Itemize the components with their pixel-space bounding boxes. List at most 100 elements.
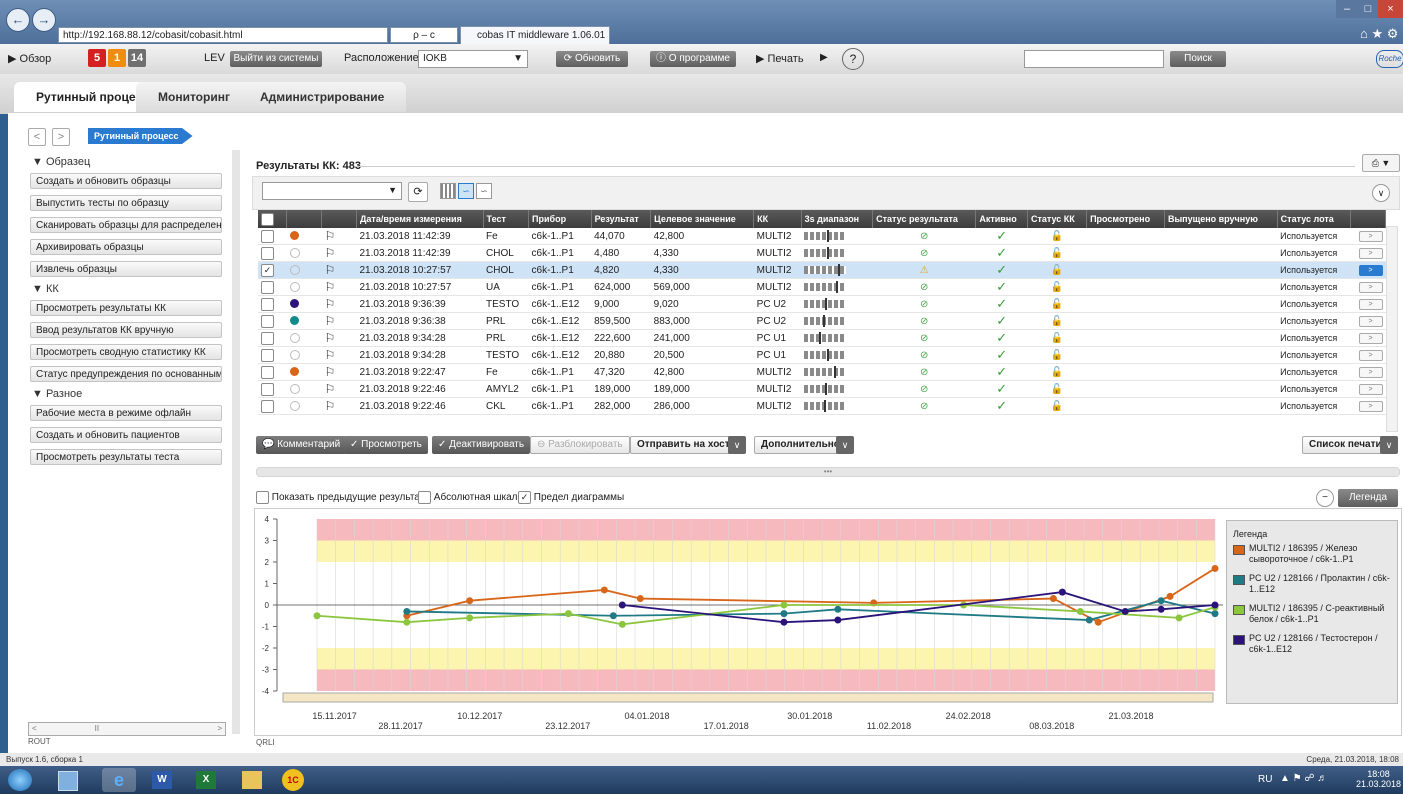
row-select[interactable] — [258, 346, 287, 364]
sidebar-section-1[interactable]: ▼ КК — [32, 283, 59, 295]
home-star-icons[interactable]: ⌂ ★ ⚙ — [1360, 26, 1398, 42]
row-flag[interactable]: ⚐ — [321, 380, 357, 398]
header-select[interactable] — [258, 210, 287, 228]
count-badge-orange[interactable]: 1 — [108, 49, 126, 67]
row-flag[interactable]: ⚐ — [321, 278, 357, 296]
column-header[interactable]: Статус лота — [1277, 210, 1352, 228]
deactivate-button[interactable]: ✓ Деактивировать — [432, 436, 531, 454]
table-row[interactable]: ⚐ 21.03.2018 9:22:46 CKL c6k-1..P1 282,000 28… — [258, 397, 1386, 415]
table-row[interactable]: ⚐ 21.03.2018 9:34:28 TESTO c6k-1..E12 20,880… — [258, 346, 1386, 364]
table-row[interactable]: ⚐ 21.03.2018 11:42:39 Fe c6k-1..P1 44,070 42,… — [258, 228, 1386, 245]
sidebar-item[interactable]: Просмотреть результаты КК — [30, 300, 222, 316]
tab-monitoring[interactable]: Мониторинг — [136, 82, 252, 112]
sidebar-splitter[interactable] — [232, 150, 240, 734]
detail-arrow-icon[interactable]: > — [1358, 231, 1383, 242]
start-icon[interactable] — [8, 769, 32, 791]
filter-select[interactable]: ▼ — [262, 182, 402, 200]
ie-icon[interactable]: e — [102, 768, 136, 792]
checkbox[interactable] — [261, 348, 274, 362]
row-flag[interactable]: ⚐ — [321, 295, 357, 313]
column-header[interactable]: Дата/время измерения — [356, 210, 484, 228]
tab-admin[interactable]: Администрирование — [238, 82, 407, 112]
column-header[interactable]: Активно — [975, 210, 1028, 228]
table-row[interactable]: ⚐ 21.03.2018 10:27:57 UA c6k-1..P1 624,000 56… — [258, 278, 1386, 296]
detail-arrow-icon[interactable]: > — [1358, 401, 1383, 412]
table-row[interactable]: ⚐ 21.03.2018 9:36:39 TESTO c6k-1..E12 9,000 9… — [258, 295, 1386, 313]
sidebar-item[interactable]: Статус предупреждения по основанным на — [30, 366, 222, 382]
cell-detail[interactable]: > — [1350, 261, 1386, 279]
cell-detail[interactable]: > — [1350, 397, 1386, 415]
sidebar-item[interactable]: Рабочие места в режиме офлайн — [30, 405, 222, 421]
row-select[interactable] — [258, 228, 287, 245]
refresh-filter-icon[interactable]: ⟳ — [408, 182, 428, 202]
table-view-icon[interactable] — [440, 183, 456, 199]
view-button[interactable]: ✓ Просмотреть — [344, 436, 428, 454]
1c-icon[interactable]: 1C — [282, 769, 304, 791]
row-select[interactable]: ✓ — [258, 261, 287, 279]
row-flag[interactable]: ⚐ — [321, 346, 357, 364]
print-list-dropdown-icon[interactable]: ∨ — [1380, 436, 1398, 454]
sidebar-item[interactable]: Просмотреть результаты теста — [30, 449, 222, 465]
cell-detail[interactable]: > — [1350, 312, 1386, 330]
column-header[interactable]: Просмотрено — [1086, 210, 1165, 228]
checkbox[interactable]: ✓ — [261, 263, 274, 277]
print-icon[interactable]: ⎙ ▼ — [1362, 154, 1400, 172]
column-header[interactable]: Статус КК — [1027, 210, 1088, 228]
row-flag[interactable]: ⚐ — [321, 244, 357, 262]
help-icon[interactable]: ? — [842, 48, 864, 70]
row-flag[interactable]: ⚐ — [321, 363, 357, 381]
flag-icon[interactable]: ⚐ — [325, 297, 336, 311]
cell-detail[interactable]: > — [1350, 329, 1386, 347]
detail-arrow-icon[interactable]: > — [1358, 333, 1383, 344]
checkbox[interactable] — [261, 280, 274, 294]
detail-arrow-icon[interactable]: > — [1358, 384, 1383, 395]
sidebar-section-0[interactable]: ▼ Образец — [32, 156, 90, 168]
maximize-icon[interactable]: □ — [1358, 0, 1378, 18]
excel-icon[interactable]: X — [196, 771, 216, 789]
forward-icon[interactable]: → — [32, 8, 56, 32]
browser-tab[interactable]: cobas IT middleware 1.06.01 × — [460, 26, 610, 59]
checkbox[interactable] — [261, 314, 274, 328]
sidebar-item[interactable]: Создать и обновить образцы — [30, 173, 222, 189]
cell-detail[interactable]: > — [1350, 295, 1386, 313]
about-button[interactable]: ⓘ О программе — [650, 51, 736, 67]
collapse-icon[interactable]: ∨ — [1372, 184, 1390, 202]
nav-forward-icon[interactable]: > — [52, 128, 70, 146]
address-search-hint[interactable]: ρ – с — [390, 27, 458, 43]
option-limit[interactable]: ✓ Предел диаграммы — [518, 491, 624, 504]
column-header[interactable]: Прибор — [528, 210, 592, 228]
panel-splitter[interactable]: ••• — [256, 467, 1400, 477]
row-select[interactable] — [258, 329, 287, 347]
checkbox[interactable] — [418, 491, 431, 504]
nav-back-icon[interactable]: < — [28, 128, 46, 146]
row-flag[interactable]: ⚐ — [321, 397, 357, 415]
zoom-out-icon[interactable]: − — [1316, 489, 1334, 507]
row-select[interactable] — [258, 363, 287, 381]
refresh-button[interactable]: ⟳ Обновить — [556, 51, 628, 67]
row-flag[interactable]: ⚐ — [321, 329, 357, 347]
address-bar[interactable]: http://192.168.88.12/cobasit/cobasit.htm… — [58, 27, 388, 43]
column-header[interactable]: Целевое значение — [650, 210, 755, 228]
checkbox[interactable] — [261, 365, 274, 379]
folder-icon[interactable] — [242, 771, 262, 789]
column-header[interactable]: Статус результата — [872, 210, 977, 228]
minimize-icon[interactable]: – — [1336, 0, 1358, 18]
breadcrumb[interactable]: Рутинный процесс — [88, 128, 193, 144]
flag-icon[interactable]: ⚐ — [325, 263, 336, 277]
unlock-button[interactable]: ⊖ Разблокировать — [530, 436, 630, 454]
chart-view-icon[interactable]: ∽ — [476, 183, 492, 199]
sidebar-item[interactable]: Архивировать образцы — [30, 239, 222, 255]
table-row[interactable]: ✓ ⚐ 21.03.2018 10:27:57 CHOL c6k-1..P1 4,820 4… — [258, 261, 1386, 279]
count-badge-red[interactable]: 5 — [88, 49, 106, 67]
row-select[interactable] — [258, 278, 287, 296]
table-row[interactable]: ⚐ 21.03.2018 9:36:38 PRL c6k-1..E12 859,500 8… — [258, 312, 1386, 330]
row-select[interactable] — [258, 295, 287, 313]
send-host-button[interactable]: Отправить на хост — [630, 436, 737, 454]
checkbox[interactable] — [261, 212, 274, 226]
cell-detail[interactable]: > — [1350, 380, 1386, 398]
checkbox[interactable] — [256, 491, 269, 504]
more-dropdown-icon[interactable]: ∨ — [836, 436, 854, 454]
row-flag[interactable]: ⚐ — [321, 228, 357, 245]
detail-arrow-icon[interactable]: > — [1358, 248, 1383, 259]
row-select[interactable] — [258, 244, 287, 262]
